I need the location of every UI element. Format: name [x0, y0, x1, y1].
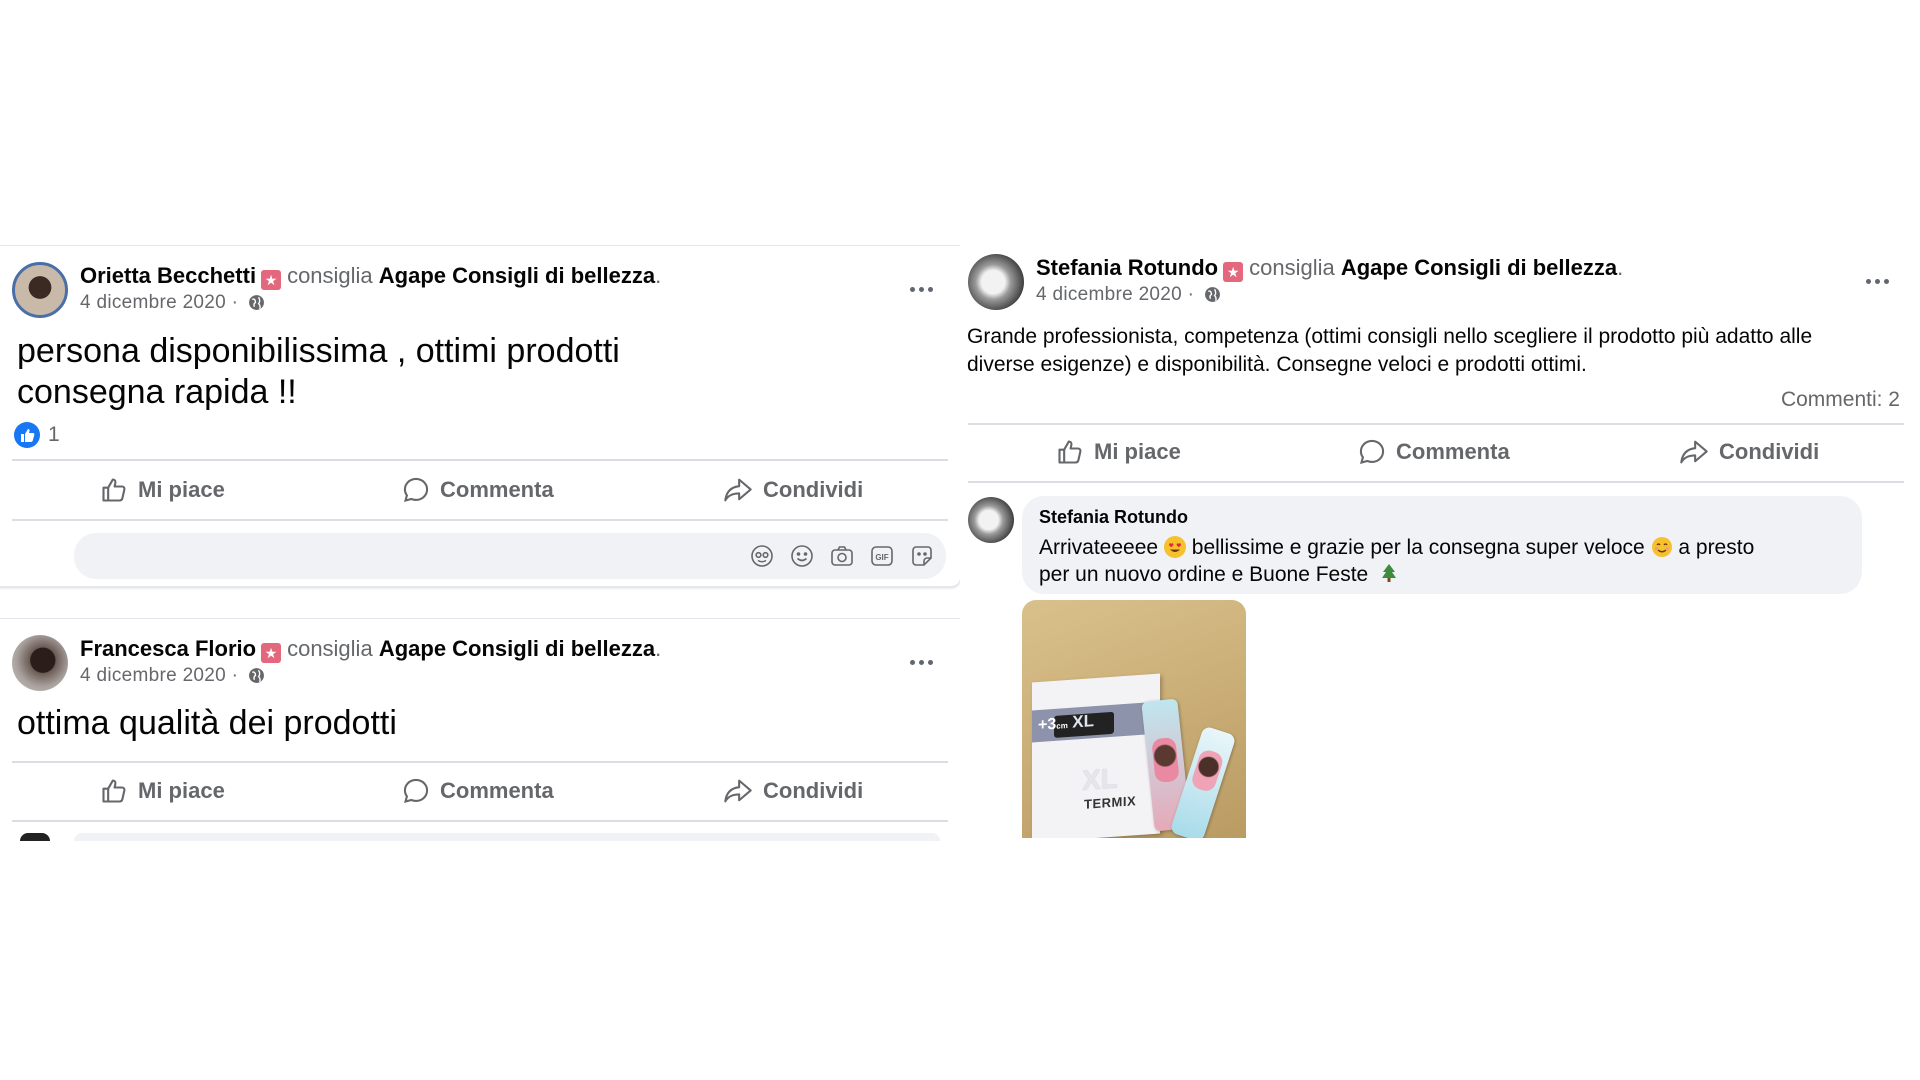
brand-name: TERMIX — [1084, 793, 1137, 812]
emoji-icon[interactable] — [790, 544, 814, 568]
recommend-verb: consiglia — [287, 263, 373, 288]
recommend-badge-icon: ★ — [261, 270, 282, 290]
share-label: Condividi — [763, 778, 864, 803]
reaction-summary[interactable]: 1 — [14, 422, 60, 448]
comment-author[interactable]: Stefania Rotundo — [1039, 507, 1188, 528]
globe-icon — [248, 295, 264, 310]
comment-button[interactable]: Commenta — [402, 476, 554, 504]
comment-input[interactable]: GIF — [74, 533, 946, 579]
christmas-tree-emoji — [1380, 563, 1398, 590]
thumbs-up-icon — [102, 779, 126, 803]
like-button[interactable]: Mi piace — [100, 777, 225, 805]
divider — [12, 519, 948, 521]
comment-label: Commenta — [440, 477, 554, 502]
avatar[interactable] — [968, 497, 1014, 543]
share-button[interactable]: Condividi — [1679, 438, 1819, 466]
divider — [12, 761, 948, 763]
camera-icon[interactable] — [830, 544, 854, 568]
divider — [12, 459, 948, 461]
share-icon — [1680, 440, 1708, 464]
avatar-sticker-icon[interactable] — [750, 544, 774, 568]
like-button[interactable]: Mi piace — [100, 476, 225, 504]
avatar[interactable] — [12, 262, 68, 318]
heart-eyes-emoji — [1163, 536, 1186, 558]
post-header: Stefania Rotundo ★ consiglia Agape Consigl… — [1036, 255, 1624, 282]
comment-icon — [403, 778, 429, 803]
share-button[interactable]: Condividi — [723, 476, 863, 504]
comment-label: Commenta — [440, 778, 554, 803]
author-name[interactable]: Francesca Florio — [80, 636, 256, 661]
page-name[interactable]: Agape Consigli di bellezza — [1341, 255, 1617, 280]
globe-icon — [248, 668, 264, 683]
more-options-icon[interactable] — [1866, 276, 1894, 286]
thumbs-up-icon — [1058, 440, 1082, 464]
avatar[interactable] — [968, 254, 1024, 310]
comment-icon — [1359, 439, 1385, 464]
comment-icon — [403, 477, 429, 502]
page-name[interactable]: Agape Consigli di bellezza — [379, 636, 655, 661]
comment-photo[interactable]: +3cm XL XL TERMIX — [1022, 600, 1246, 838]
gif-icon[interactable]: GIF — [870, 544, 894, 568]
like-badge-icon — [14, 422, 40, 448]
review-post-francesca: Francesca Florio ★ consiglia Agape Consigl… — [0, 618, 961, 841]
svg-text:GIF: GIF — [875, 553, 888, 562]
thumbs-up-icon — [102, 478, 126, 502]
divider — [12, 820, 948, 822]
share-label: Condividi — [763, 477, 864, 502]
divider — [968, 423, 1904, 425]
avatar[interactable] — [12, 635, 68, 691]
globe-icon — [1204, 287, 1220, 302]
recommend-badge-icon: ★ — [261, 643, 282, 663]
date-text: 4 dicembre 2020 · — [1036, 284, 1195, 305]
post-date[interactable]: 4 dicembre 2020 · — [80, 665, 265, 687]
recommend-verb: consiglia — [1249, 255, 1335, 280]
like-button[interactable]: Mi piace — [1056, 438, 1181, 466]
post-header: Orietta Becchetti ★ consiglia Agape Consig… — [80, 263, 662, 290]
post-text: persona disponibilissima , ottimi prodot… — [17, 332, 620, 411]
like-label: Mi piace — [138, 778, 225, 803]
comment-button[interactable]: Commenta — [1358, 438, 1510, 466]
share-button[interactable]: Condividi — [723, 777, 863, 805]
box-label: +3 — [1038, 715, 1057, 735]
author-name[interactable]: Stefania Rotundo — [1036, 255, 1218, 280]
smiling-emoji — [1651, 536, 1673, 558]
share-icon — [724, 478, 752, 502]
like-count: 1 — [48, 423, 60, 446]
post-header: Francesca Florio ★ consiglia Agape Consigl… — [80, 636, 662, 663]
comment-button[interactable]: Commenta — [402, 777, 554, 805]
review-post-orietta: Orietta Becchetti ★ consiglia Agape Consig… — [0, 245, 961, 588]
share-icon — [724, 779, 752, 803]
page-name[interactable]: Agape Consigli di bellezza — [379, 263, 655, 288]
divider — [968, 481, 1904, 483]
recommend-verb: consiglia — [287, 636, 373, 661]
date-text: 4 dicembre 2020 · — [80, 292, 239, 313]
product-box: +3cm XL XL TERMIX — [1032, 673, 1160, 838]
post-text: Grande professionista, competenza (ottim… — [967, 325, 1813, 376]
more-options-icon[interactable] — [910, 657, 938, 667]
comment-input[interactable] — [74, 833, 940, 841]
review-post-stefania: Stefania Rotundo ★ consiglia Agape Consigl… — [960, 240, 1920, 840]
avatar — [20, 833, 50, 841]
like-label: Mi piace — [1094, 439, 1181, 464]
post-text: ottima qualità dei prodotti — [17, 704, 397, 742]
comment-label: Commenta — [1396, 439, 1510, 464]
post-date[interactable]: 4 dicembre 2020 · — [80, 292, 265, 314]
comments-count[interactable]: Commenti: 2 — [1781, 388, 1900, 412]
like-label: Mi piace — [138, 477, 225, 502]
sticker-icon[interactable] — [910, 544, 934, 568]
brand-xl: XL — [1082, 762, 1118, 796]
recommend-badge-icon: ★ — [1223, 262, 1244, 282]
comment-text: Arrivateeeee bellissime e grazie per la … — [1039, 534, 1754, 590]
post-date[interactable]: 4 dicembre 2020 · — [1036, 284, 1221, 306]
comment-bubble: Stefania Rotundo Arrivateeeee bellissime… — [1022, 496, 1862, 594]
author-name[interactable]: Orietta Becchetti — [80, 263, 256, 288]
date-text: 4 dicembre 2020 · — [80, 665, 239, 686]
more-options-icon[interactable] — [910, 284, 938, 294]
share-label: Condividi — [1719, 439, 1820, 464]
